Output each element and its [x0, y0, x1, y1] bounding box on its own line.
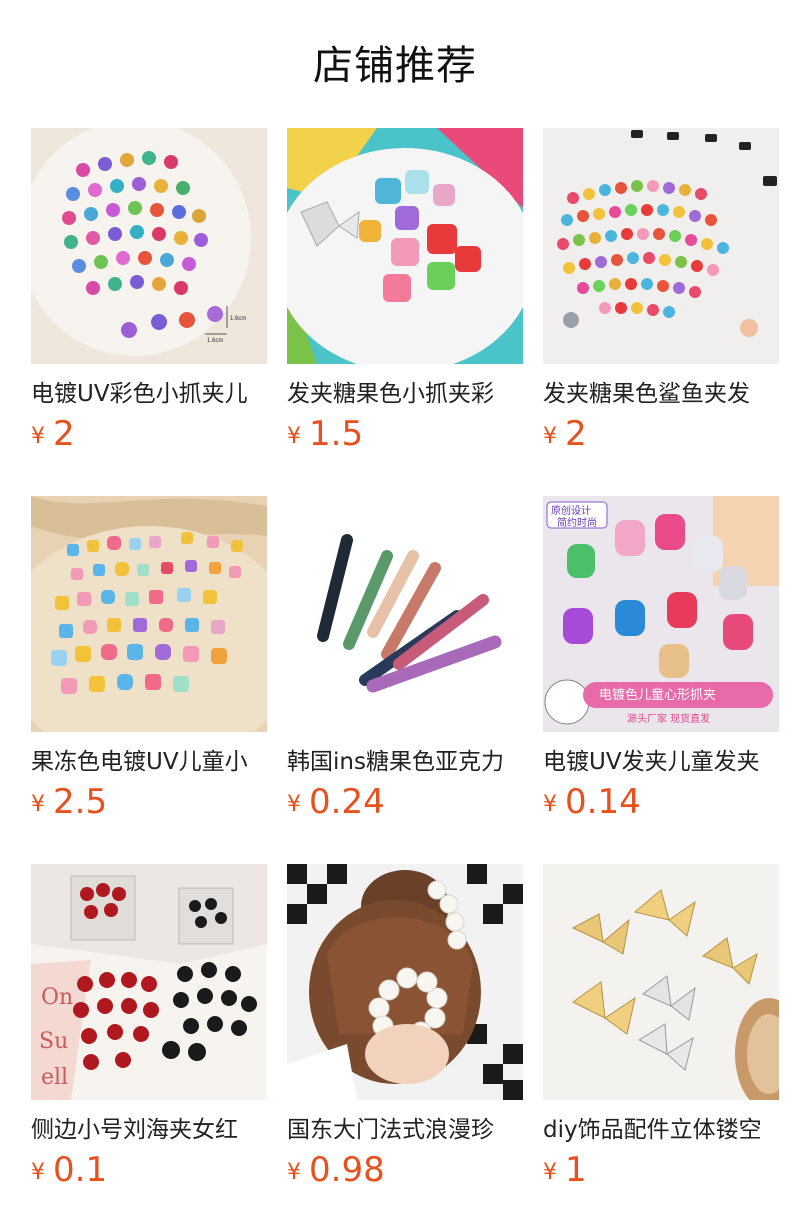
product-title[interactable]: 电镀UV彩色小抓夹儿 [31, 378, 267, 412]
currency-symbol: ¥ [543, 792, 557, 817]
currency-symbol: ¥ [287, 424, 301, 449]
product-price: ¥0.14 [543, 782, 641, 828]
product-title[interactable]: 电镀UV发夹儿童发夹 [543, 746, 779, 780]
product-title[interactable]: diy饰品配件立体镂空 [543, 1114, 779, 1148]
product-card[interactable]: On Su ell 侧边小号刘海夹女红 ¥ 0.1 [31, 864, 267, 1194]
image-deco-text: Su [39, 1029, 68, 1054]
currency-symbol: ¥ [543, 1160, 557, 1185]
currency-symbol: ¥ [31, 1160, 45, 1185]
product-price: ¥1.5 [287, 414, 363, 460]
product-image[interactable] [287, 864, 523, 1100]
product-card[interactable]: 韩国ins糖果色亚克力 ¥0.24 [287, 496, 523, 826]
product-price: ¥1 [543, 1150, 587, 1196]
product-image[interactable]: 1.6cm 1.6cm [31, 128, 267, 364]
price-value: 0.1 [53, 1150, 108, 1190]
product-image[interactable] [543, 864, 779, 1100]
currency-symbol: ¥ [31, 424, 45, 449]
product-title[interactable]: 侧边小号刘海夹女红 [31, 1114, 267, 1148]
price-value: 2 [565, 414, 587, 454]
price-value: 0.98 [309, 1150, 385, 1190]
product-title[interactable]: 韩国ins糖果色亚克力 [287, 746, 523, 780]
size-label: 1.6cm [230, 316, 246, 322]
product-price: ¥2.5 [31, 782, 107, 828]
currency-symbol: ¥ [287, 1160, 301, 1185]
price-value: 1 [565, 1150, 587, 1190]
image-deco-text: ell [41, 1065, 68, 1090]
product-card[interactable]: 果冻色电镀UV儿童小 ¥2.5 [31, 496, 267, 826]
product-price: ¥0.1 [31, 1150, 107, 1196]
product-price: ¥0.24 [287, 782, 385, 828]
product-title[interactable]: 果冻色电镀UV儿童小 [31, 746, 267, 780]
price-value: 2 [53, 414, 75, 454]
image-banner-text: 电镀色儿童心形抓夹 [599, 687, 716, 703]
product-title[interactable]: 发夹糖果色鲨鱼夹发 [543, 378, 779, 412]
image-badge-text: 原创设计 [551, 504, 591, 517]
product-price: ¥2 [31, 414, 75, 460]
image-deco-text: On [41, 985, 73, 1010]
image-banner-subtext: 源头厂家 现货直发 [627, 712, 710, 725]
product-card[interactable]: 1.6cm 1.6cm 电镀UV彩色小抓夹儿 ¥2 [31, 128, 267, 458]
product-title[interactable]: 国东大门法式浪漫珍 [287, 1114, 523, 1148]
page-title: 店铺推荐 [313, 43, 477, 89]
product-card[interactable]: diy饰品配件立体镂空 ¥1 [543, 864, 779, 1194]
product-card[interactable]: 发夹糖果色小抓夹彩 ¥1.5 [287, 128, 523, 458]
currency-symbol: ¥ [287, 792, 301, 817]
product-price: ¥0.98 [287, 1150, 385, 1196]
product-image[interactable]: On Su ell [31, 864, 267, 1100]
product-card[interactable]: 发夹糖果色鲨鱼夹发 ¥2 [543, 128, 779, 458]
price-value: 1.5 [309, 414, 364, 454]
price-value: 0.24 [309, 782, 385, 822]
product-image[interactable] [31, 496, 267, 732]
product-price: ¥2 [543, 414, 587, 460]
price-value: 2.5 [53, 782, 108, 822]
product-image[interactable] [287, 496, 523, 732]
section-header: 店铺推荐 [0, 38, 790, 94]
product-image[interactable] [287, 128, 523, 364]
currency-symbol: ¥ [543, 424, 557, 449]
currency-symbol: ¥ [31, 792, 45, 817]
image-badge-text: 简约时尚 [557, 516, 597, 529]
size-label: 1.6cm [207, 338, 223, 344]
product-title[interactable]: 发夹糖果色小抓夹彩 [287, 378, 523, 412]
product-card[interactable]: 国东大门法式浪漫珍 ¥0.98 [287, 864, 523, 1194]
product-image[interactable]: 原创设计 简约时尚 电镀色儿童心形抓夹 源头厂家 现货直发 [543, 496, 779, 732]
product-card[interactable]: 原创设计 简约时尚 电镀色儿童心形抓夹 源头厂家 现货直发 电镀UV发夹儿童发夹… [543, 496, 779, 826]
product-image[interactable] [543, 128, 779, 364]
price-value: 0.14 [565, 782, 641, 822]
